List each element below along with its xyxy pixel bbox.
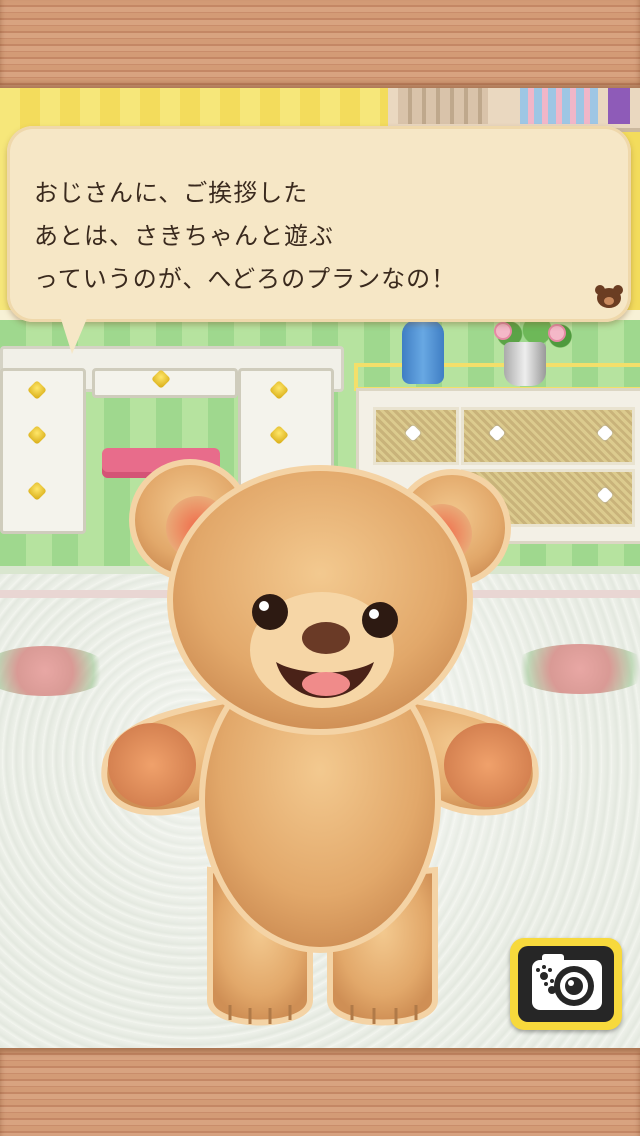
top-wood-frame bbox=[0, 0, 640, 88]
flower bbox=[548, 324, 566, 342]
flower-vase bbox=[504, 342, 546, 386]
flower bbox=[494, 322, 512, 340]
bear-eye-left bbox=[252, 594, 288, 630]
bottom-wood-frame bbox=[0, 1048, 640, 1136]
wall-panel bbox=[354, 363, 640, 391]
book bbox=[398, 88, 488, 124]
camera-button-face bbox=[518, 946, 614, 1022]
camera-icon bbox=[532, 954, 602, 1010]
bear-head bbox=[167, 465, 473, 735]
bear-head-icon bbox=[595, 285, 623, 308]
dialogue-bubble-tail bbox=[60, 316, 88, 354]
lamp bbox=[402, 320, 444, 384]
dialogue-text: おじさんに、ご挨拶した あとは、さきちゃんと遊ぶ っていうのが、へどろのプランな… bbox=[34, 179, 457, 293]
teddy-bear[interactable] bbox=[90, 440, 550, 1040]
bear-nose bbox=[302, 622, 350, 654]
camera-button[interactable] bbox=[510, 938, 622, 1030]
bear-eye-right bbox=[362, 602, 398, 638]
book bbox=[608, 88, 630, 124]
book bbox=[520, 88, 598, 124]
